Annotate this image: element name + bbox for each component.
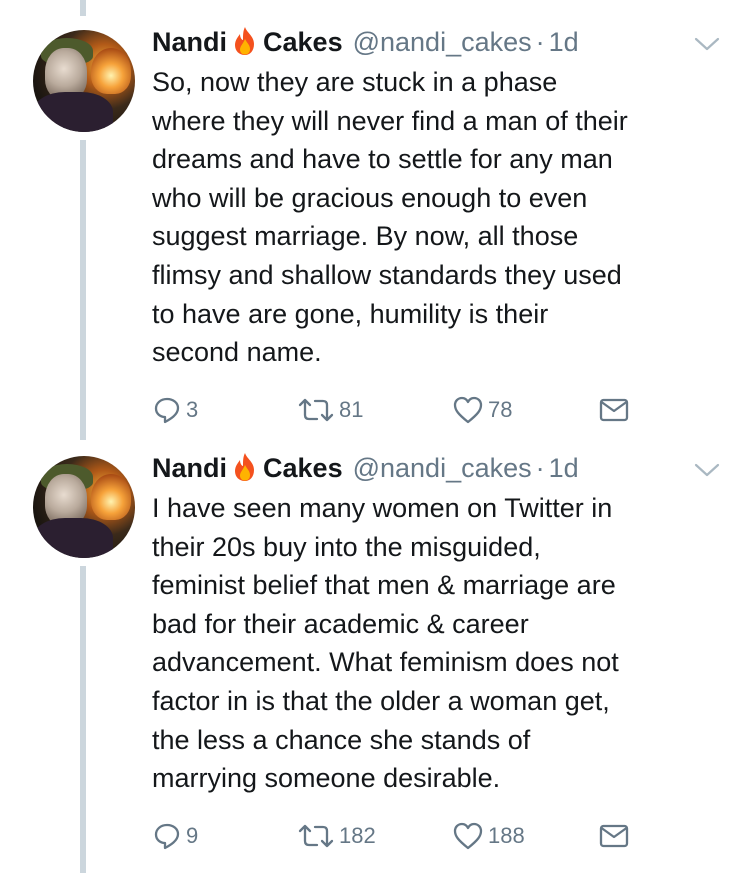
avatar[interactable] [33, 30, 135, 132]
user-handle[interactable]: @nandi_cakes [353, 27, 532, 58]
retweet-icon [298, 398, 334, 422]
heart-icon [453, 396, 483, 424]
separator-dot: · [535, 453, 545, 483]
tweet-text-line: who will be gracious enough to even [152, 182, 588, 213]
like-button[interactable]: 78 [452, 395, 512, 425]
tweet-text-line: to have are gone, humility is their [152, 298, 549, 329]
avatar[interactable] [33, 456, 135, 558]
envelope-icon [599, 824, 629, 848]
chevron-down-icon[interactable] [694, 36, 720, 52]
display-name[interactable]: Nandi Cakes [152, 26, 343, 58]
tweet-actions: 9 182 188 [152, 821, 642, 851]
tweet-text: So, now they are stuck in a phase where … [152, 63, 732, 372]
tweet-text-line: marrying someone desirable. [152, 763, 501, 794]
reply-count: 3 [186, 397, 199, 422]
retweet-count: 182 [339, 823, 376, 848]
like-count: 78 [488, 397, 513, 422]
timestamp[interactable]: 1d [549, 453, 579, 484]
like-button[interactable]: 188 [452, 821, 525, 851]
tweet-text-line: their 20s buy into the misguided, [152, 531, 541, 562]
fire-emoji-icon [235, 453, 255, 481]
tweet[interactable]: Nandi Cakes @nandi_cakes · 1d So, now the… [0, 0, 750, 440]
tweet-actions: 3 81 78 [152, 395, 642, 425]
fire-emoji-icon [235, 27, 255, 55]
reply-icon [154, 397, 180, 424]
tweet-text-line: So, now they are stuck in a phase [152, 67, 558, 97]
timestamp[interactable]: 1d [549, 27, 579, 58]
tweet-text-line: suggest marriage. By now, all those [152, 221, 579, 252]
retweet-count: 81 [339, 397, 364, 422]
tweet-text: I have seen many women on Twitter in the… [152, 489, 732, 798]
retweet-button[interactable]: 182 [297, 821, 376, 851]
tweet-text-line: factor in is that the older a woman get, [152, 685, 610, 716]
tweet-text-line: second name. [152, 337, 322, 368]
message-button[interactable] [598, 821, 630, 851]
separator-dot: · [535, 27, 545, 57]
tweet-header: Nandi Cakes @nandi_cakes · 1d [152, 452, 579, 486]
tweet[interactable]: Nandi Cakes @nandi_cakes · 1d I have seen… [0, 440, 750, 873]
tweet-text-line: where they will never find a man of thei… [152, 105, 628, 136]
tweet-text-line: dreams and have to settle for any man [152, 144, 613, 175]
display-name[interactable]: Nandi Cakes [152, 452, 343, 484]
retweet-icon [298, 824, 334, 848]
user-handle[interactable]: @nandi_cakes [353, 453, 532, 484]
tweet-text-line: I have seen many women on Twitter in [152, 493, 613, 523]
like-count: 188 [488, 823, 525, 848]
tweet-text-line: flimsy and shallow standards they used [152, 259, 622, 290]
envelope-icon [599, 398, 629, 422]
tweet-text-line: feminist belief that men & marriage are [152, 570, 616, 601]
tweet-text-line: the less a chance she stands of [152, 724, 531, 755]
tweet-text-line: advancement. What feminism does not [152, 647, 619, 678]
message-button[interactable] [598, 395, 630, 425]
reply-button[interactable]: 9 [152, 821, 198, 851]
tweet-text-line: bad for their academic & career [152, 608, 529, 639]
retweet-button[interactable]: 81 [297, 395, 363, 425]
heart-icon [453, 822, 483, 850]
reply-button[interactable]: 3 [152, 395, 198, 425]
tweet-header: Nandi Cakes @nandi_cakes · 1d [152, 26, 579, 60]
reply-icon [154, 823, 180, 850]
chevron-down-icon[interactable] [694, 462, 720, 478]
reply-count: 9 [186, 823, 199, 848]
